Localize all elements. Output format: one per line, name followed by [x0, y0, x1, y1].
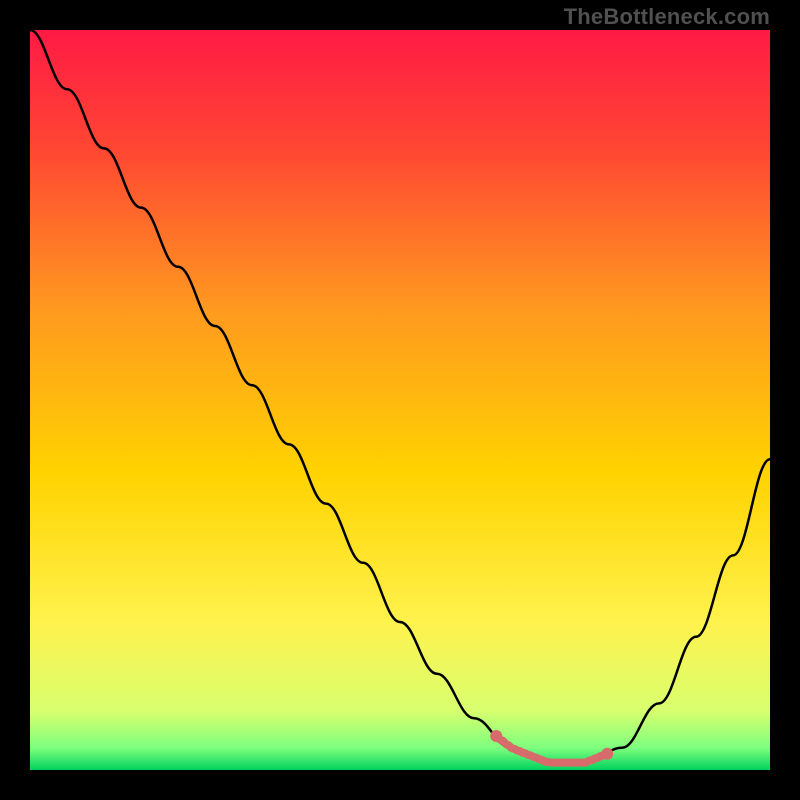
valley-marker-left: [490, 730, 502, 742]
gradient-background: [30, 30, 770, 770]
bottleneck-chart: [30, 30, 770, 770]
watermark-text: TheBottleneck.com: [564, 4, 770, 30]
plot-area: [30, 30, 770, 770]
frame: TheBottleneck.com: [0, 0, 800, 800]
valley-marker-right: [601, 748, 613, 760]
